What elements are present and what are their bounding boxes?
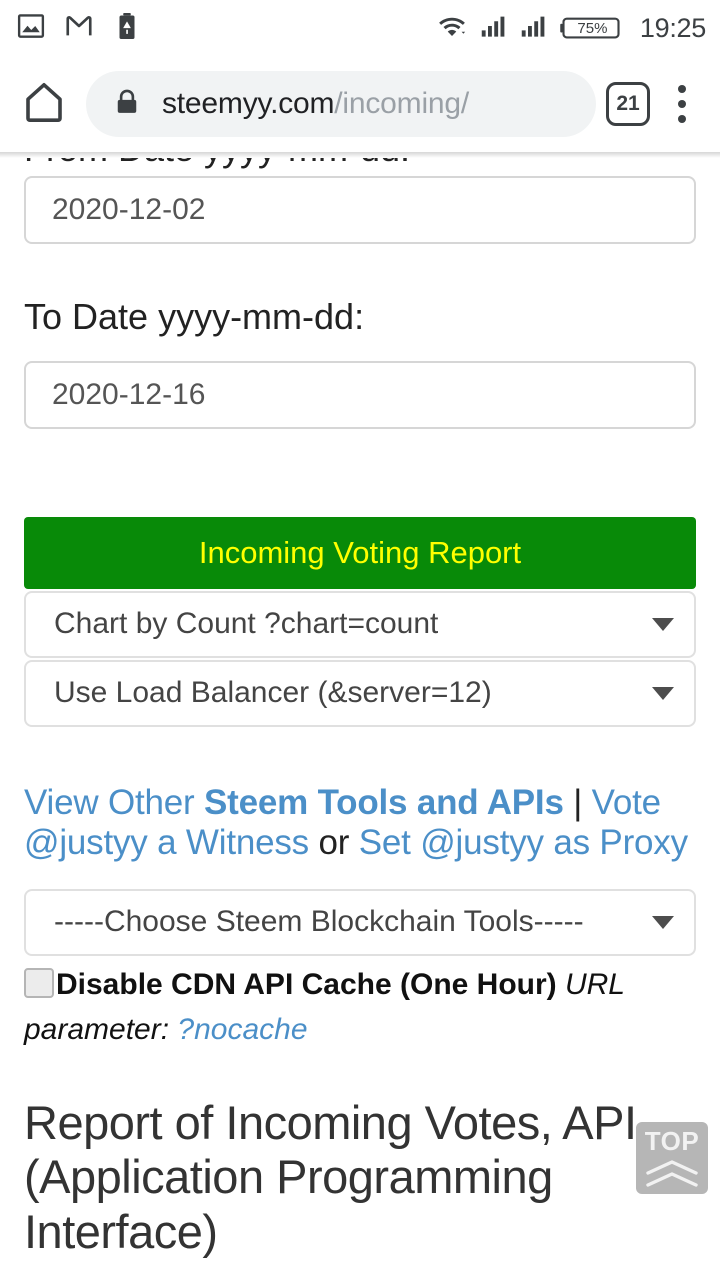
- toolbar-shadow: [0, 152, 720, 158]
- chevron-down-icon: [652, 687, 674, 701]
- tab-switcher-button[interactable]: 21: [606, 82, 650, 126]
- from-date-input[interactable]: [24, 176, 696, 245]
- nocache-link[interactable]: ?nocache: [177, 1013, 307, 1046]
- steem-tools-text: Steem Tools and APIs: [204, 782, 564, 822]
- web-page-content: From Date yyyy-mm-dd: To Date yyyy-mm-dd…: [0, 158, 720, 1280]
- battery-status-icon: 75%: [558, 13, 624, 43]
- server-select[interactable]: Use Load Balancer (&server=12): [24, 659, 696, 727]
- incoming-voting-report-button[interactable]: Incoming Voting Report: [24, 516, 696, 589]
- wifi-icon: [436, 11, 468, 46]
- chevron-down-icon: [652, 618, 674, 632]
- url-bar[interactable]: steemyy.com/incoming/: [86, 71, 596, 137]
- status-bar-clock: 19:25: [639, 12, 706, 43]
- to-date-input[interactable]: [24, 360, 696, 429]
- chevron-down-icon: [652, 916, 674, 930]
- photo-icon: [16, 11, 46, 46]
- battery-percent-label: 75%: [577, 19, 608, 37]
- steem-tools-select[interactable]: -----Choose Steem Blockchain Tools-----: [24, 888, 696, 956]
- related-links: View Other Steem Tools and APIs | Vote @…: [24, 783, 696, 863]
- scroll-to-top-button[interactable]: TOP: [636, 1122, 708, 1194]
- battery-alert-icon: [112, 11, 142, 46]
- browser-toolbar: steemyy.com/incoming/ 21: [0, 56, 720, 152]
- status-bar: 75% 19:25: [0, 0, 720, 56]
- home-icon[interactable]: [20, 78, 68, 131]
- link-or-text: or: [308, 822, 359, 862]
- url-text: steemyy.com/incoming/: [162, 87, 469, 121]
- scroll-to-top-label: TOP: [644, 1126, 700, 1156]
- page-title: Report of Incoming Votes, API (Applicati…: [24, 1095, 637, 1258]
- url-path: /incoming/: [334, 87, 470, 120]
- chart-type-select-value: Chart by Count ?chart=count: [54, 607, 439, 641]
- from-date-label: From Date yyyy-mm-dd:: [24, 158, 696, 170]
- server-select-value: Use Load Balancer (&server=12): [54, 676, 492, 710]
- set-proxy-link[interactable]: Set @justyy as Proxy: [359, 823, 688, 862]
- signal-bars-icon: [518, 11, 548, 46]
- to-date-label: To Date yyyy-mm-dd:: [24, 296, 365, 338]
- status-bar-left-icons: [16, 11, 142, 46]
- view-other-steem-tools-link[interactable]: View Other Steem Tools and APIs: [24, 783, 564, 822]
- signal-bars-icon: [478, 11, 508, 46]
- disable-cdn-cache-checkbox[interactable]: [24, 967, 54, 998]
- lock-icon: [112, 87, 142, 122]
- double-chevron-up-icon: [644, 1159, 700, 1194]
- gmail-icon: [64, 11, 94, 46]
- link-separator: |: [563, 782, 592, 822]
- url-domain: steemyy.com: [162, 87, 335, 120]
- disable-cdn-cache-label: Disable CDN API Cache (One Hour): [56, 967, 557, 1001]
- status-bar-right-icons: 75% 19:25: [436, 11, 706, 46]
- steem-tools-select-value: -----Choose Steem Blockchain Tools-----: [54, 905, 584, 939]
- cdn-cache-row: Disable CDN API Cache (One Hour) URL par…: [24, 962, 696, 1052]
- chart-type-select[interactable]: Chart by Count ?chart=count: [24, 590, 696, 658]
- overflow-menu-icon[interactable]: [660, 81, 704, 127]
- view-other-text: View Other: [24, 782, 205, 822]
